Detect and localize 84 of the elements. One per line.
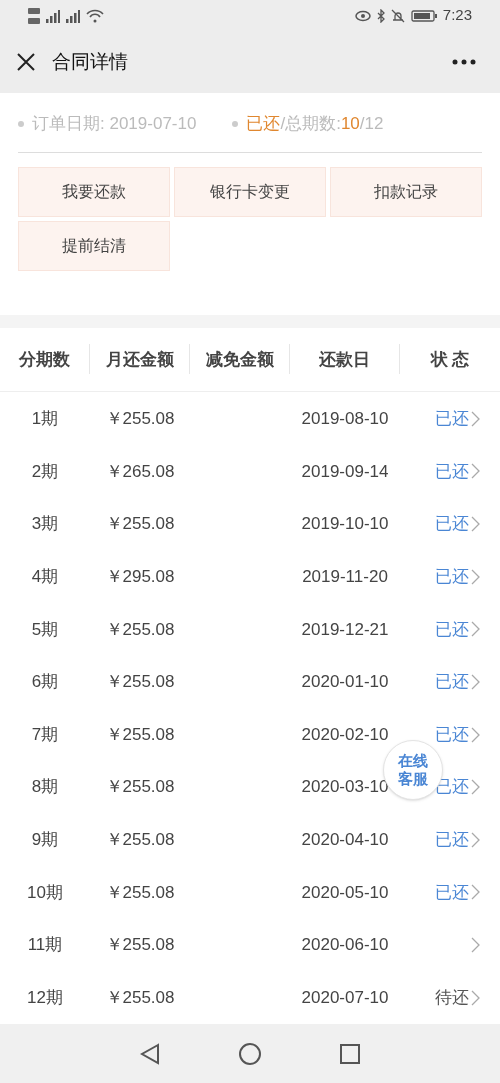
period-cell-text: 1期 [31,407,59,430]
period-cell-text: 9期 [31,829,59,852]
amount-cell-text: ￥265.08 [105,460,175,483]
chevron-right-icon [471,516,480,532]
amount-cell-text: ￥255.08 [105,881,175,904]
sim-icon [28,6,40,25]
amount-cell-text: ￥255.08 [105,723,175,746]
chevron-right-icon [471,673,480,690]
chevron-right-icon [471,726,480,743]
paid-count: 10 [340,113,360,136]
recents-icon[interactable] [340,1043,360,1064]
period-cell-text: 7期 [31,723,59,746]
status-cell-text: 已还 [435,881,469,904]
amount-cell-text: ￥295.08 [105,565,175,588]
column-header: 减免金额 [205,348,274,371]
chevron-right-icon [471,410,480,427]
date-cell-text: 2019-11-20 [302,565,388,588]
date-cell-text: 2019-10-10 [301,513,389,536]
date-cell-text: 2020-07-10 [301,987,389,1009]
status-cell-text: 已还 [435,671,469,694]
date-cell-text: 2020-06-10 [301,934,389,957]
column-header: 还款日 [319,348,370,371]
period-cell-text: 3期 [31,513,59,536]
period-cell-text: 6期 [31,671,59,694]
paid-label: 已还 [246,113,281,136]
period-cell-text: 12期 [27,987,63,1009]
chevron-right-icon [471,831,480,848]
period-cell-text: 10期 [27,881,63,904]
status-cell-text: 已还 [435,618,469,641]
amount-cell-text: ￥255.08 [105,829,175,852]
order-date: 订单日期: 2019-07-10 [32,113,197,136]
muted-bell-icon [390,8,405,23]
more-icon[interactable] [452,59,476,66]
battery-icon [410,9,437,22]
total-count: /12 [359,113,384,136]
amount-cell-text: ￥255.08 [105,934,175,957]
home-icon[interactable] [238,1041,262,1066]
amount-cell-text: ￥255.08 [105,671,175,694]
period-cell-text: 4期 [31,565,59,588]
chevron-right-icon [471,989,480,1006]
total-label: /总期数: [280,113,341,136]
back-icon[interactable] [140,1042,160,1065]
action-button[interactable]: 提前结清 [18,220,170,271]
amount-cell-text: ￥255.08 [105,987,175,1009]
wifi-icon [86,8,104,23]
action-button[interactable]: 我要还款 [18,166,170,217]
amount-cell-text: ￥255.08 [105,618,175,641]
date-cell-text: 2020-01-10 [301,671,389,694]
close-icon[interactable] [16,52,36,73]
chevron-right-icon [471,937,480,954]
status-cell-text: 已还 [435,565,469,588]
status-cell-text: 待还 [435,987,469,1009]
date-cell-text: 2019-12-21 [301,618,389,641]
chevron-right-icon [471,463,480,480]
date-cell-text: 2019-09-14 [301,460,389,483]
chevron-right-icon [471,568,480,585]
amount-cell-text: ￥255.08 [105,407,175,430]
date-cell-text: 2019-08-10 [301,407,389,430]
signal-icon [46,8,60,23]
period-cell-text: 2期 [31,460,59,483]
signal-icon [66,8,80,23]
date-cell-text: 2020-05-10 [301,881,389,904]
amount-cell-text: ￥255.08 [105,513,175,536]
clock-time: 7:23 [442,5,472,26]
chevron-right-icon [471,884,480,901]
date-cell-text: 2020-04-10 [301,829,389,852]
chevron-right-icon [471,621,480,638]
chevron-right-icon [471,779,480,796]
column-header: 状 态 [430,348,470,371]
eye-icon [354,9,371,22]
status-cell-text: 已还 [435,829,469,852]
status-cell-text: 已还 [435,407,469,430]
status-cell-text: 已还 [435,460,469,483]
period-cell-text: 11期 [27,934,63,957]
action-button[interactable]: 扣款记录 [330,166,482,217]
bluetooth-icon [376,8,385,23]
amount-cell-text: ￥255.08 [105,776,175,799]
period-cell-text: 8期 [31,776,59,799]
column-header: 月还金额 [105,348,174,371]
column-header: 分期数 [19,348,70,371]
status-cell-text: 已还 [435,513,469,536]
page-title: 合同详情 [52,50,128,75]
period-cell-text: 5期 [31,618,59,641]
action-button[interactable]: 银行卡变更 [174,166,326,217]
